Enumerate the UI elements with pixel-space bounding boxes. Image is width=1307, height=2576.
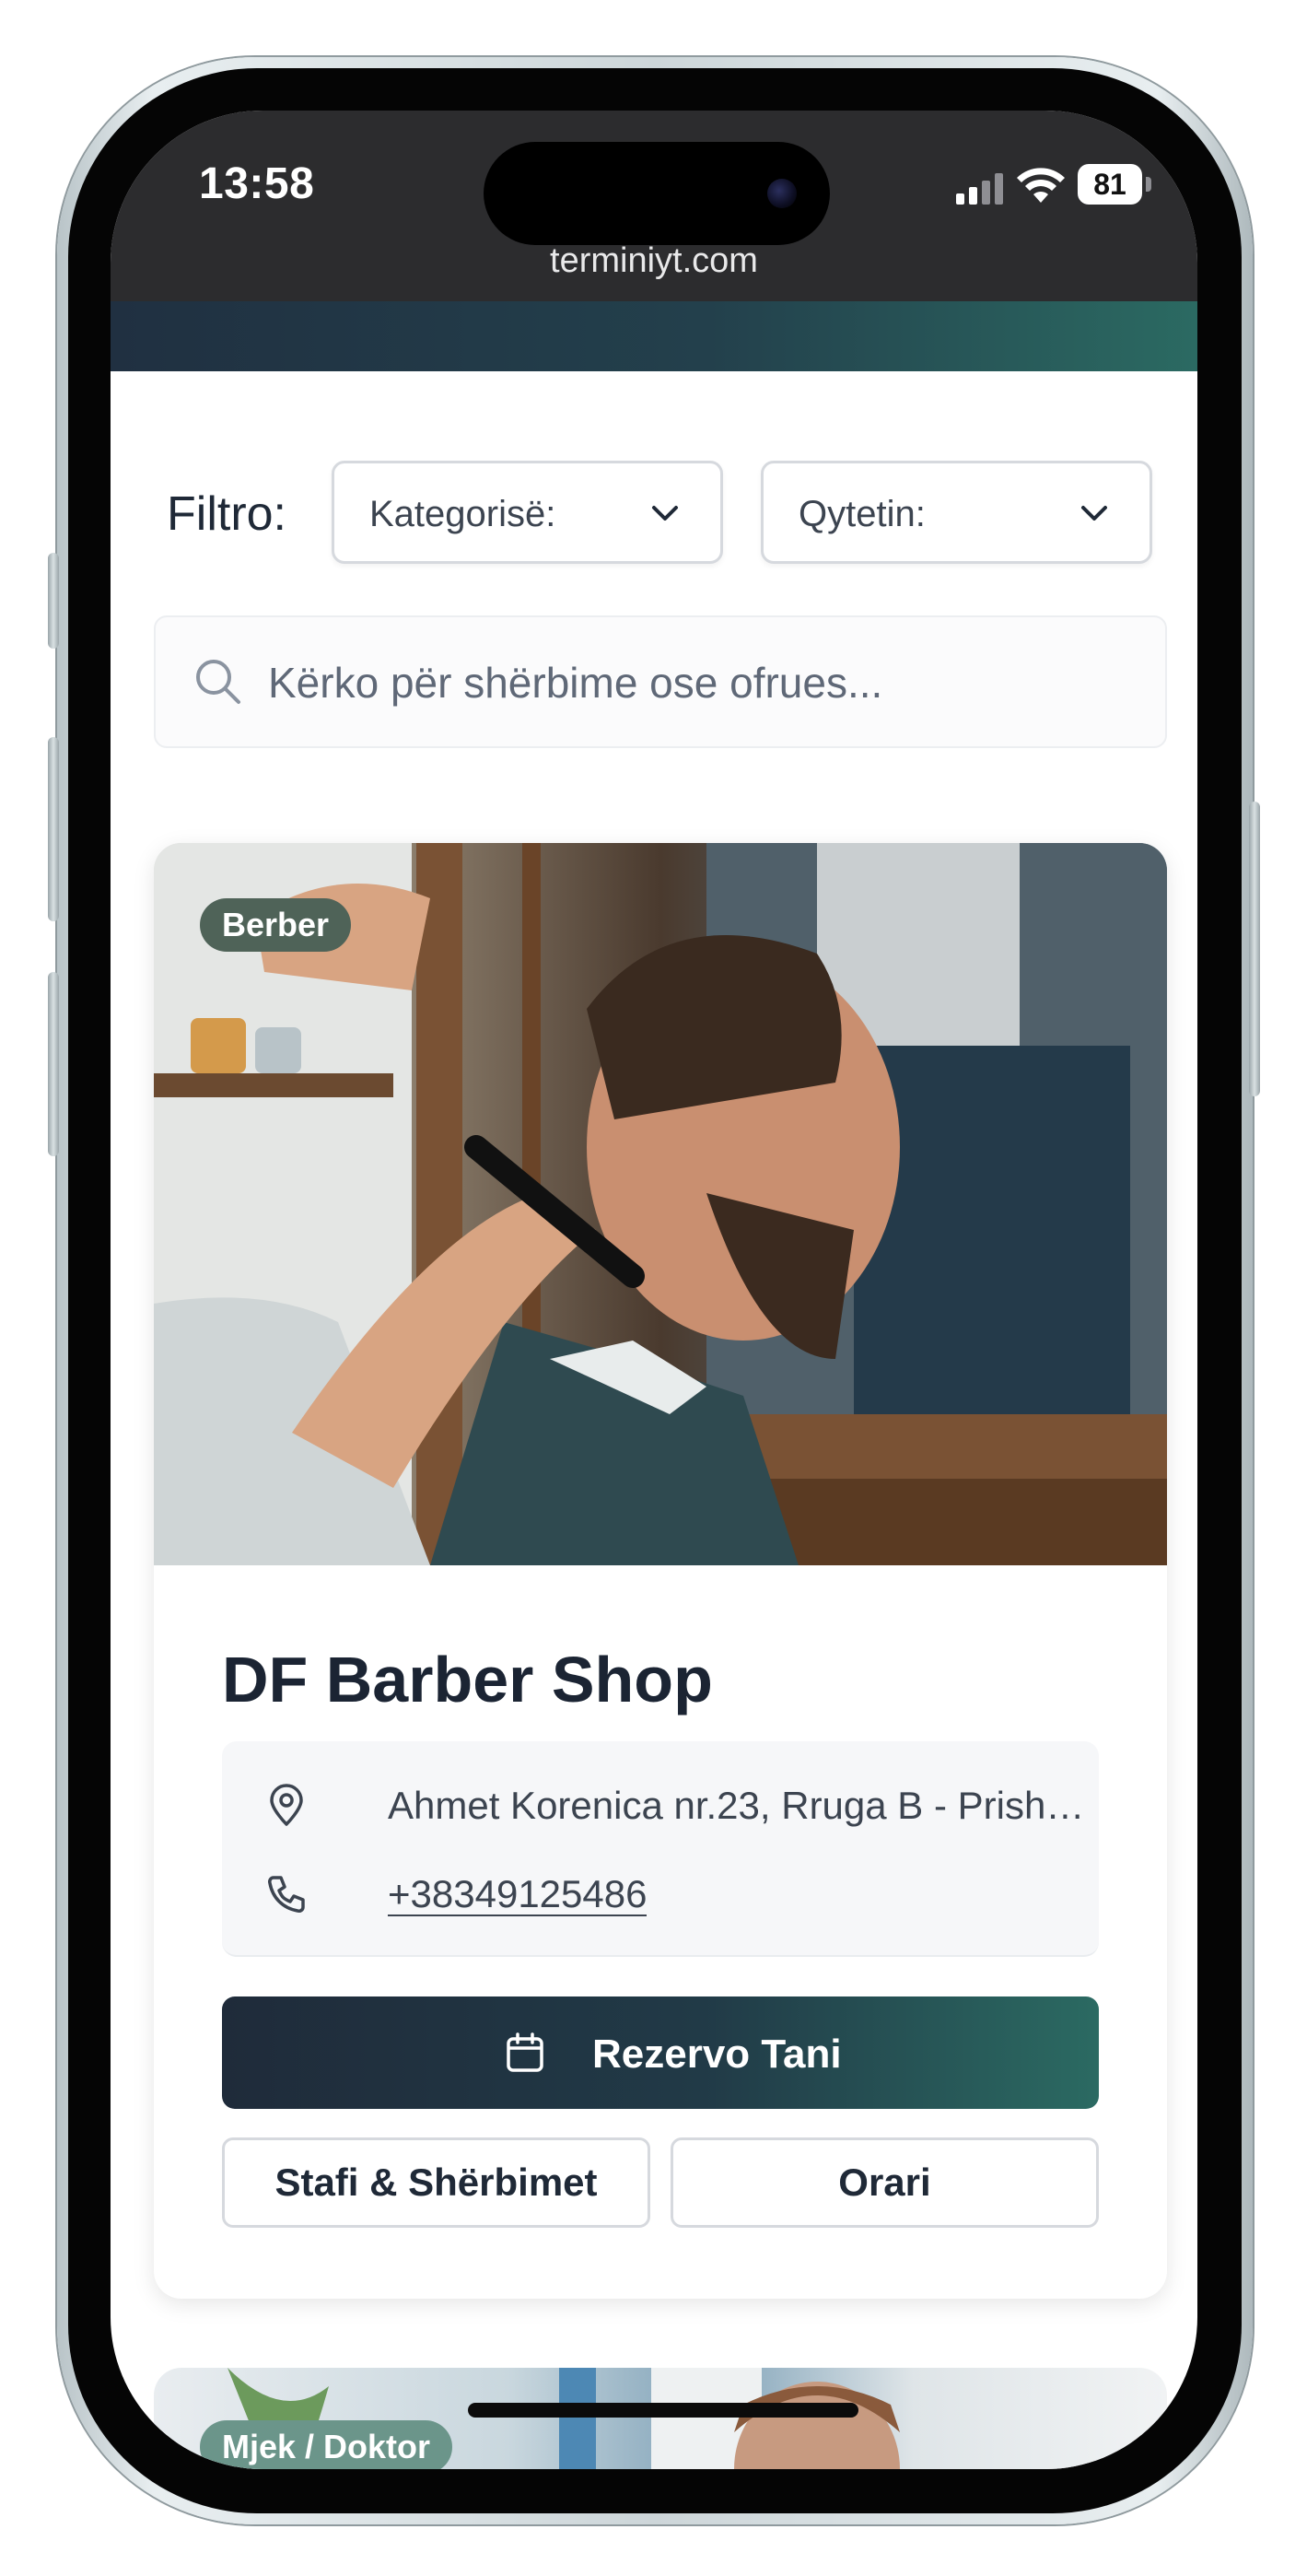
staff-services-button[interactable]: Stafi & Shërbimet (222, 2137, 650, 2228)
chevron-down-icon (1081, 506, 1107, 521)
camera-icon (767, 179, 797, 208)
category-badge: Berber (200, 898, 352, 952)
phone-icon (268, 1876, 305, 1913)
battery-cap (1146, 177, 1151, 192)
map-pin-icon (270, 1784, 303, 1826)
business-card: Berber DF Barber Shop Ahmet Korenica nr.… (154, 843, 1167, 2299)
address-text: Ahmet Korenica nr.23, Rruga B - Prisht..… (388, 1784, 1088, 1827)
schedule-button[interactable]: Orari (671, 2137, 1099, 2228)
barber-photo[interactable]: Berber (154, 843, 1167, 1565)
search-icon (196, 660, 240, 704)
filter-row: Filtro: Kategorisë: Qytetin: (111, 461, 1197, 568)
battery-indicator: 81 (1078, 164, 1142, 205)
address-row: Ahmet Korenica nr.23, Rruga B - Prisht..… (264, 1778, 1088, 1833)
status-time: 13:58 (199, 159, 315, 208)
screen: 13:58 81 terminiyt.com Filtro: Kategoris… (111, 111, 1197, 2469)
category-select[interactable]: Kategorisë: (332, 461, 723, 564)
search-box (154, 615, 1167, 748)
filter-label: Filtro: (167, 487, 286, 541)
chevron-down-icon (652, 506, 678, 521)
url-bar[interactable]: terminiyt.com (111, 241, 1197, 281)
phone-row: +38349125486 (264, 1867, 1075, 1922)
business-title: DF Barber Shop (222, 1644, 713, 1715)
status-bar: 13:58 81 terminiyt.com (111, 111, 1197, 301)
category-select-label: Kategorisë: (369, 494, 556, 534)
calendar-icon (507, 2032, 543, 2072)
home-indicator[interactable] (468, 2403, 858, 2418)
city-select-label: Qytetin: (799, 494, 926, 534)
header-gradient-strip (111, 301, 1197, 371)
power-button (1249, 802, 1260, 1096)
volume-down-button (48, 972, 59, 1156)
dynamic-island (484, 142, 830, 245)
phone-link[interactable]: +38349125486 (388, 1872, 647, 1915)
volume-up-button (48, 737, 59, 921)
contact-info: Ahmet Korenica nr.23, Rruga B - Prisht..… (222, 1741, 1099, 1957)
search-input[interactable] (266, 617, 1136, 748)
category-badge: Mjek / Doktor (200, 2420, 453, 2469)
wifi-icon (1017, 168, 1065, 203)
city-select[interactable]: Qytetin: (761, 461, 1152, 564)
action-button (48, 553, 59, 649)
signal-icon (956, 173, 1003, 205)
reserve-button-label: Rezervo Tani (592, 2032, 842, 2077)
reserve-button[interactable]: Rezervo Tani (222, 1996, 1099, 2109)
business-card: Mjek / Doktor (154, 2368, 1167, 2469)
